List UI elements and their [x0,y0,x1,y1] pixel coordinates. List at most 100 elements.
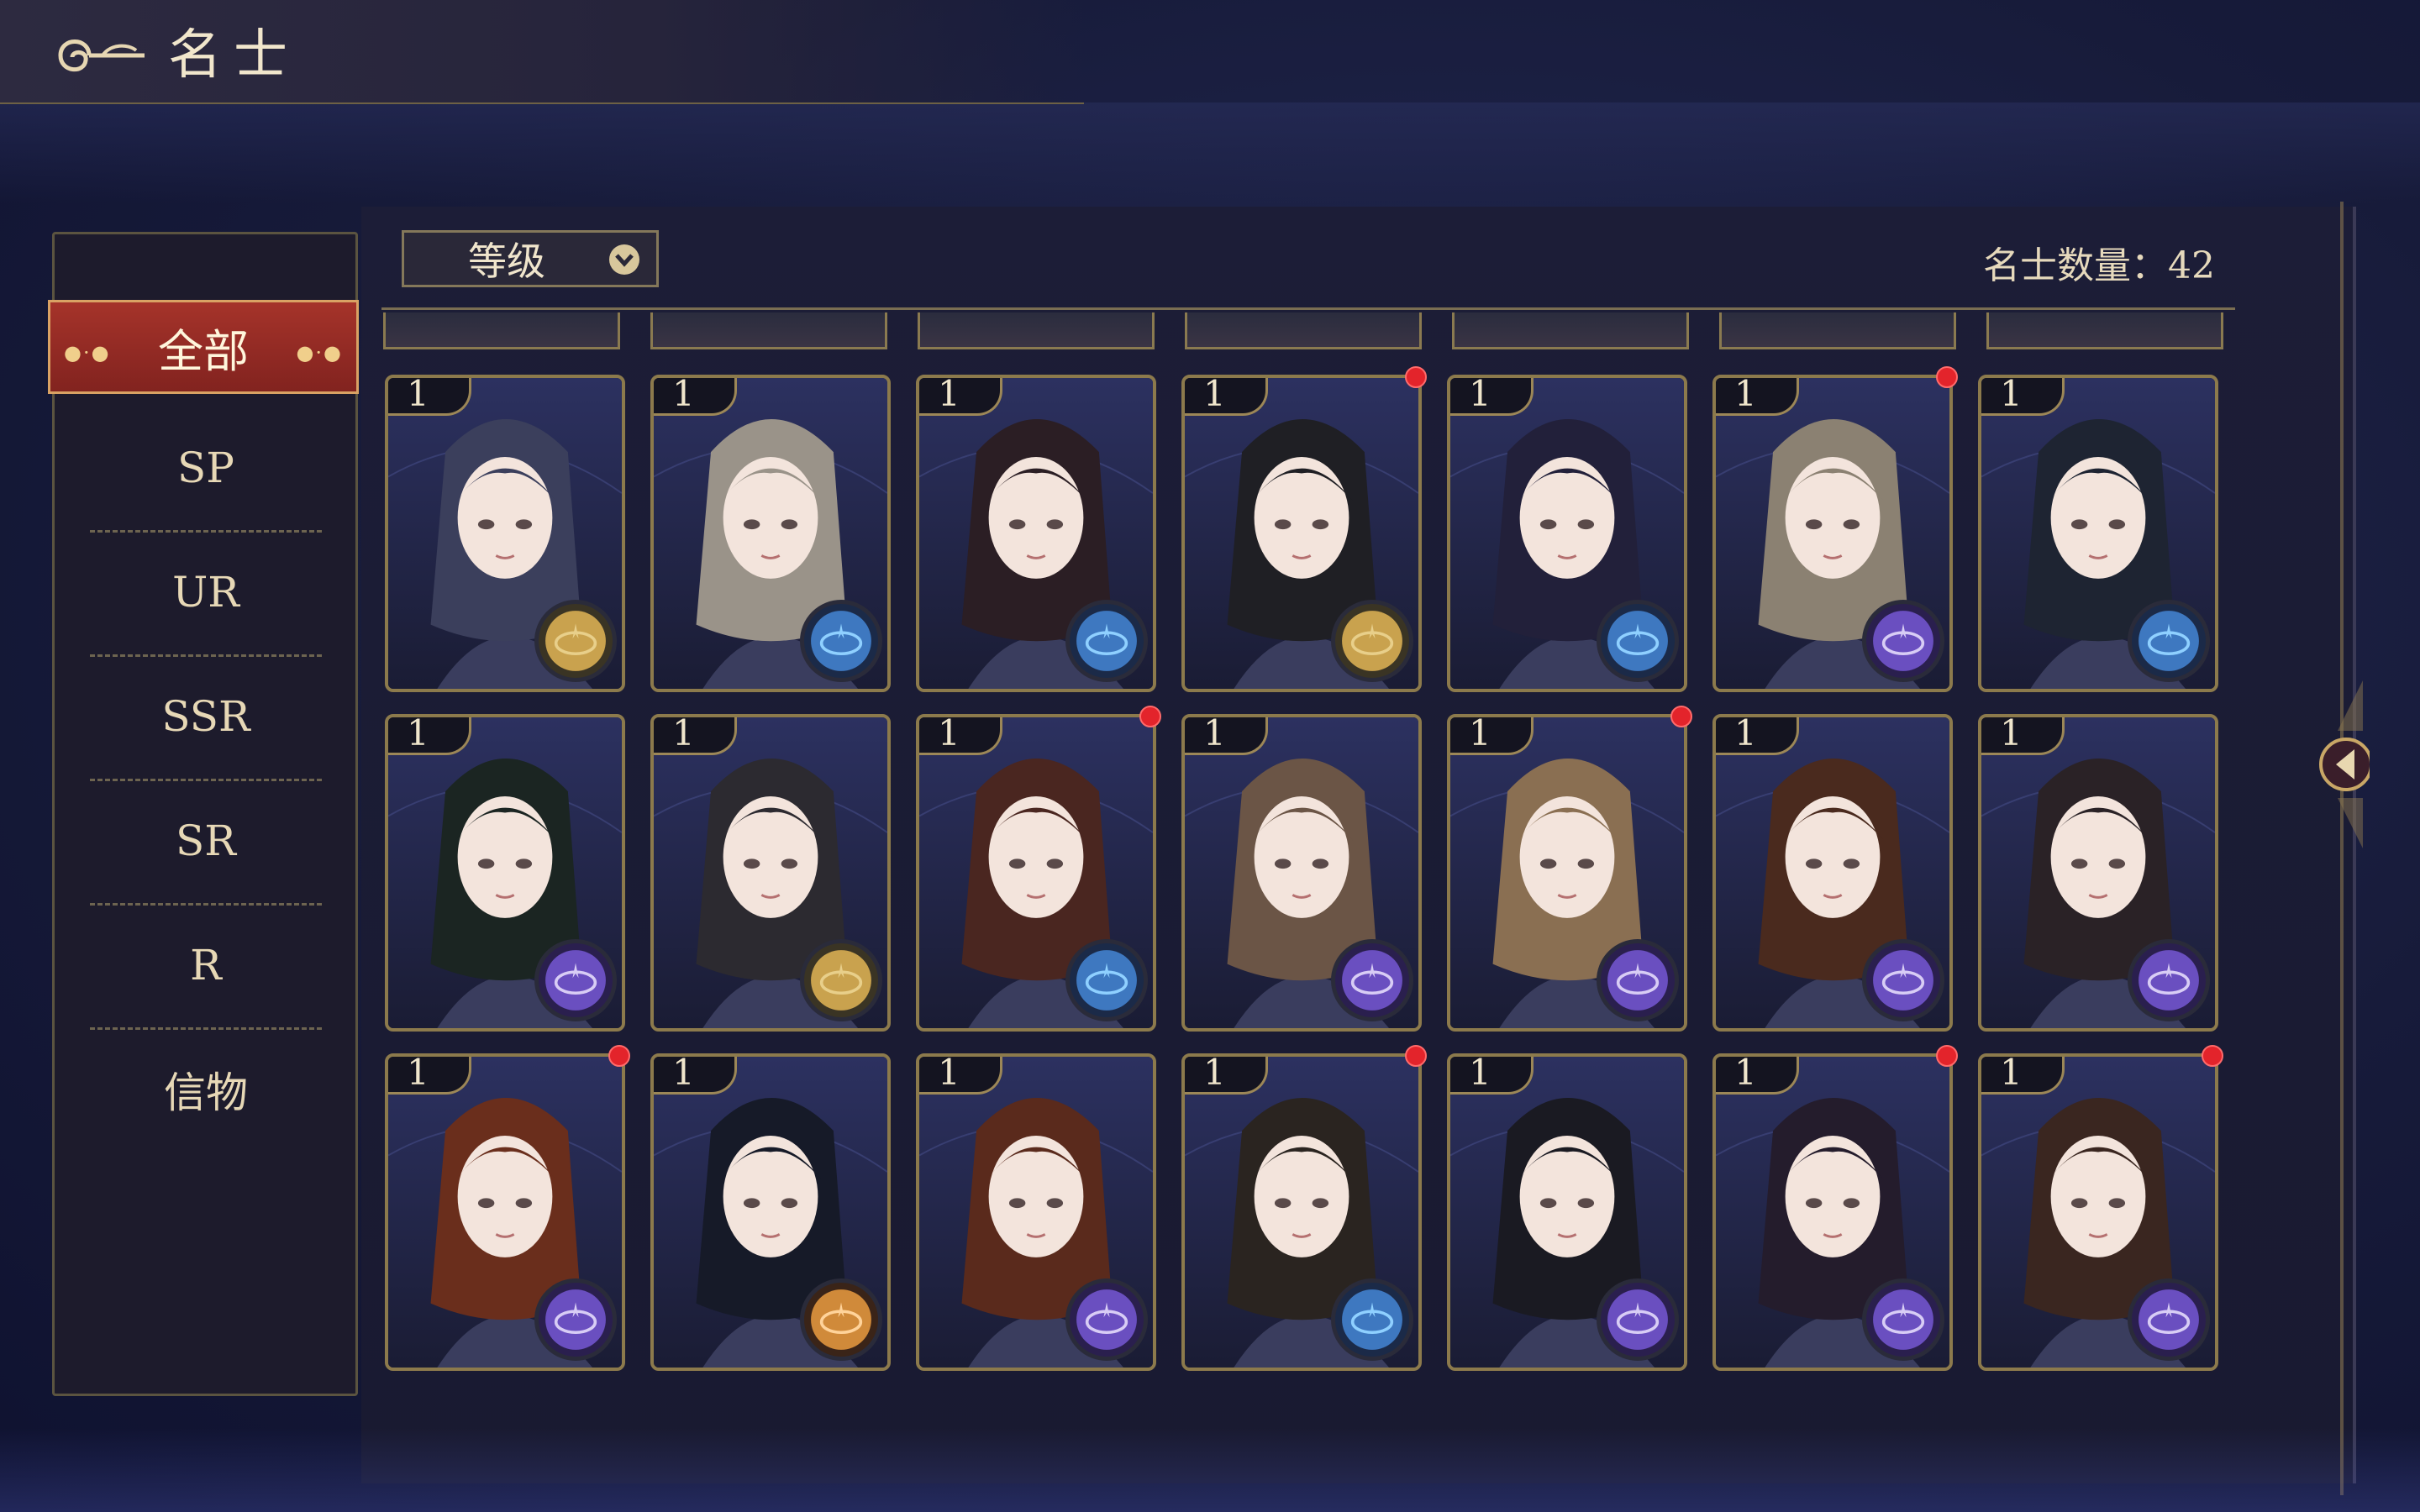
partial-card[interactable] [1185,312,1422,349]
character-card[interactable]: 1 [1712,375,1953,692]
level-value: 1 [1734,375,1757,414]
notification-dot [1405,1045,1427,1067]
chevron-down-icon [609,244,639,275]
notification-dot [1139,706,1161,727]
filter-tab-all[interactable]: ●·● 全部 ●·● [48,300,359,394]
character-card[interactable]: 1 [1181,375,1422,692]
faction-emblem-icon [1862,1278,1944,1361]
partial-card[interactable] [1719,312,1956,349]
level-value: 1 [407,1053,429,1093]
filter-tab-sr[interactable]: SR [90,779,322,906]
ornament-dots-icon: ●·● [64,341,111,365]
filter-tab-token[interactable]: 信物 [90,1027,322,1152]
character-card[interactable]: 1 [650,714,891,1032]
notification-dot [608,1045,630,1067]
level-value: 1 [1203,1053,1226,1093]
character-card[interactable]: 1 [1181,714,1422,1032]
level-badge: 1 [1981,375,2065,416]
faction-emblem-icon [2128,600,2210,682]
character-card[interactable]: 1 [1447,714,1687,1032]
partial-card[interactable] [918,312,1155,349]
notification-dot [1405,366,1427,388]
level-value: 1 [1203,375,1226,414]
level-value: 1 [407,375,429,414]
faction-emblem-icon [2128,1278,2210,1361]
faction-emblem-icon [800,1278,882,1361]
character-card[interactable]: 1 [916,375,1156,692]
ornament-dots-icon: ●·● [296,341,343,365]
faction-emblem-icon [2128,939,2210,1021]
header-divider [381,307,2235,310]
faction-emblem-icon [1597,600,1679,682]
faction-emblem-icon [1331,939,1413,1021]
level-value: 1 [938,714,960,753]
character-card[interactable]: 1 [916,1053,1156,1371]
faction-emblem-icon [534,1278,617,1361]
level-badge: 1 [388,714,471,755]
character-card[interactable]: 1 [385,375,625,692]
faction-emblem-icon [1862,939,1944,1021]
notification-dot [2202,1045,2223,1067]
faction-emblem-icon [1597,1278,1679,1361]
level-value: 1 [1469,1053,1491,1093]
level-badge: 1 [1450,717,1534,755]
level-value: 1 [1734,714,1757,753]
header-band [0,102,2420,203]
partial-card[interactable] [1986,312,2223,349]
level-badge: 1 [919,1053,1002,1095]
partial-card[interactable] [650,312,887,349]
sort-dropdown-label: 等级 [468,239,545,284]
faction-emblem-icon [800,600,882,682]
faction-emblem-icon [1065,1278,1148,1361]
level-value: 1 [672,714,695,753]
faction-emblem-icon [1862,600,1944,682]
character-count: 名士数量：42 [1983,244,2215,287]
faction-emblem-icon [534,939,617,1021]
level-badge: 1 [919,375,1002,416]
notification-dot [1936,1045,1958,1067]
level-value: 1 [2000,714,2023,753]
character-card[interactable]: 1 [1447,1053,1687,1371]
filter-tab-ur[interactable]: UR [90,530,322,657]
character-card[interactable]: 1 [1712,1053,1953,1371]
back-swirl-icon[interactable] [52,25,153,86]
level-value: 1 [938,375,960,414]
character-card[interactable]: 1 [385,1053,625,1371]
filter-tab-sp[interactable]: SP [90,406,322,533]
character-card[interactable]: 1 [1978,375,2218,692]
level-badge: 1 [1185,1053,1268,1095]
level-badge: 1 [388,375,471,416]
level-value: 1 [407,714,429,753]
level-badge: 1 [1185,375,1268,416]
faction-emblem-icon [1065,939,1148,1021]
level-badge: 1 [1716,375,1799,416]
sort-dropdown[interactable]: 等级 [402,230,659,287]
level-value: 1 [1734,1053,1757,1093]
level-badge: 1 [388,1053,471,1095]
faction-emblem-icon [1065,600,1148,682]
level-value: 1 [672,375,695,414]
faction-emblem-icon [1331,600,1413,682]
partial-card[interactable] [1452,312,1689,349]
character-card[interactable]: 1 [1181,1053,1422,1371]
character-card[interactable]: 1 [1978,1053,2218,1371]
character-card[interactable]: 1 [1712,714,1953,1032]
character-card[interactable]: 1 [1447,375,1687,692]
character-card[interactable]: 1 [650,1053,891,1371]
bottom-glow [0,1428,2420,1512]
partial-card[interactable] [383,312,620,349]
level-badge: 1 [1716,1053,1799,1095]
filter-tab-ssr[interactable]: SSR [90,654,322,781]
collapse-arrow-icon[interactable] [2312,672,2370,857]
character-card[interactable]: 1 [1978,714,2218,1032]
filter-sidebar: ●·● 全部 ●·● SP UR SSR SR R 信物 [48,232,359,1396]
character-card[interactable]: 1 [916,714,1156,1032]
level-value: 1 [1203,714,1226,753]
character-card[interactable]: 1 [385,714,625,1032]
level-value: 1 [938,1053,960,1093]
level-value: 1 [2000,375,2023,414]
filter-tab-r[interactable]: R [90,903,322,1030]
page-title: 名士 [168,24,299,87]
character-card[interactable]: 1 [650,375,891,692]
faction-emblem-icon [1597,939,1679,1021]
